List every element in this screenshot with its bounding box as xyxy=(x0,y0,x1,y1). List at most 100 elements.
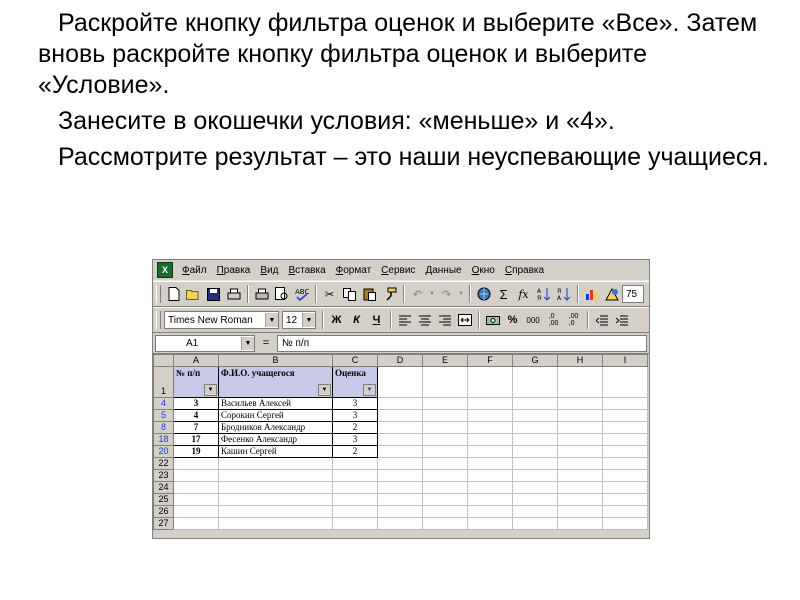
cell[interactable] xyxy=(218,457,333,470)
redo-dropdown-icon[interactable]: ▼ xyxy=(457,285,465,304)
header-cell-grade[interactable]: Оценка ▼ xyxy=(332,366,378,398)
chevron-down-icon[interactable]: ▼ xyxy=(265,313,278,327)
name-box[interactable]: A1 ▼ xyxy=(155,334,255,352)
font-size-select[interactable]: 12 ▼ xyxy=(282,311,316,329)
column-header-b[interactable]: B xyxy=(218,354,333,367)
merge-center-icon[interactable] xyxy=(455,311,474,330)
row-header[interactable]: 18 xyxy=(153,433,174,446)
chart-wizard-icon[interactable] xyxy=(582,285,601,304)
cell[interactable] xyxy=(332,517,378,530)
increase-decimal-icon[interactable]: ,0,00 xyxy=(544,311,563,330)
cell[interactable] xyxy=(422,505,468,518)
cell[interactable] xyxy=(602,457,648,470)
column-header-h[interactable]: H xyxy=(557,354,603,367)
undo-dropdown-icon[interactable]: ▼ xyxy=(428,285,436,304)
currency-icon[interactable] xyxy=(483,311,502,330)
print-preview-icon[interactable] xyxy=(224,285,243,304)
undo-icon[interactable]: ↶ xyxy=(408,285,427,304)
cell[interactable] xyxy=(377,457,423,470)
cell[interactable] xyxy=(602,445,648,458)
cell[interactable] xyxy=(557,397,603,410)
cell[interactable] xyxy=(422,469,468,482)
cell[interactable] xyxy=(467,517,513,530)
cell[interactable] xyxy=(557,433,603,446)
cell[interactable] xyxy=(512,397,558,410)
cell[interactable] xyxy=(557,493,603,506)
cell[interactable] xyxy=(422,517,468,530)
hyperlink-icon[interactable] xyxy=(474,285,493,304)
preview-icon[interactable] xyxy=(272,285,291,304)
cell[interactable] xyxy=(467,493,513,506)
cell[interactable] xyxy=(467,505,513,518)
cell[interactable] xyxy=(422,421,468,434)
menu-insert[interactable]: Вставка xyxy=(283,265,330,276)
cell[interactable] xyxy=(173,457,219,470)
column-header-a[interactable]: A xyxy=(173,354,219,367)
cell[interactable] xyxy=(512,481,558,494)
cell[interactable] xyxy=(377,505,423,518)
cell[interactable] xyxy=(512,445,558,458)
chevron-down-icon[interactable]: ▼ xyxy=(241,336,254,350)
column-header-d[interactable]: D xyxy=(377,354,423,367)
cell[interactable] xyxy=(377,445,423,458)
cell[interactable] xyxy=(467,397,513,410)
cell[interactable] xyxy=(332,481,378,494)
italic-button[interactable]: К xyxy=(347,311,366,330)
toolbar-grip[interactable] xyxy=(156,285,161,303)
function-icon[interactable]: fx xyxy=(514,285,533,304)
cell[interactable] xyxy=(602,397,648,410)
row-header[interactable]: 20 xyxy=(153,445,174,458)
decrease-decimal-icon[interactable]: ,00,0 xyxy=(564,311,583,330)
cell[interactable] xyxy=(602,469,648,482)
cell[interactable] xyxy=(218,481,333,494)
menu-window[interactable]: Окно xyxy=(467,265,500,276)
cell-student-name[interactable]: Сорокин Сергей xyxy=(218,409,333,422)
cell[interactable] xyxy=(557,469,603,482)
cell-grade[interactable]: 3 xyxy=(332,433,378,446)
row-header[interactable]: 25 xyxy=(153,493,174,506)
cell[interactable] xyxy=(512,409,558,422)
cell[interactable] xyxy=(218,517,333,530)
cell-student-name[interactable]: Кашин Сергей xyxy=(218,445,333,458)
row-header[interactable]: 4 xyxy=(153,397,174,410)
cell[interactable] xyxy=(512,366,558,398)
cell[interactable] xyxy=(422,409,468,422)
align-center-icon[interactable] xyxy=(415,311,434,330)
column-header-f[interactable]: F xyxy=(467,354,513,367)
cell[interactable] xyxy=(332,469,378,482)
cell[interactable] xyxy=(377,517,423,530)
cell[interactable] xyxy=(218,493,333,506)
cell[interactable] xyxy=(422,457,468,470)
cell-number[interactable]: 19 xyxy=(173,445,219,458)
cell[interactable] xyxy=(602,421,648,434)
new-file-icon[interactable] xyxy=(164,285,183,304)
copy-icon[interactable] xyxy=(340,285,359,304)
cell[interactable] xyxy=(377,493,423,506)
cell[interactable] xyxy=(512,493,558,506)
cell-number[interactable]: 17 xyxy=(173,433,219,446)
cell[interactable] xyxy=(377,481,423,494)
autofilter-active-dropdown-icon[interactable]: ▼ xyxy=(363,384,376,396)
cell-grade[interactable]: 2 xyxy=(332,445,378,458)
column-header-g[interactable]: G xyxy=(512,354,558,367)
autofilter-dropdown-icon[interactable]: ▼ xyxy=(318,384,331,396)
cell[interactable] xyxy=(467,409,513,422)
cell[interactable] xyxy=(602,366,648,398)
excel-app-icon[interactable]: X xyxy=(157,262,173,278)
font-name-select[interactable]: Times New Roman ▼ xyxy=(164,311,279,329)
menu-file[interactable]: Файл xyxy=(177,265,212,276)
cell[interactable] xyxy=(557,457,603,470)
cell[interactable] xyxy=(218,469,333,482)
cell[interactable] xyxy=(557,505,603,518)
cell[interactable] xyxy=(602,433,648,446)
sort-ascending-icon[interactable]: AЯ xyxy=(534,285,553,304)
cell[interactable] xyxy=(602,493,648,506)
cell[interactable] xyxy=(467,421,513,434)
cell[interactable] xyxy=(467,457,513,470)
cell[interactable] xyxy=(512,505,558,518)
cell[interactable] xyxy=(557,481,603,494)
formula-input[interactable]: № п/п xyxy=(277,334,647,352)
cell[interactable] xyxy=(422,397,468,410)
spelling-icon[interactable]: ABC xyxy=(292,285,311,304)
cell[interactable] xyxy=(467,481,513,494)
